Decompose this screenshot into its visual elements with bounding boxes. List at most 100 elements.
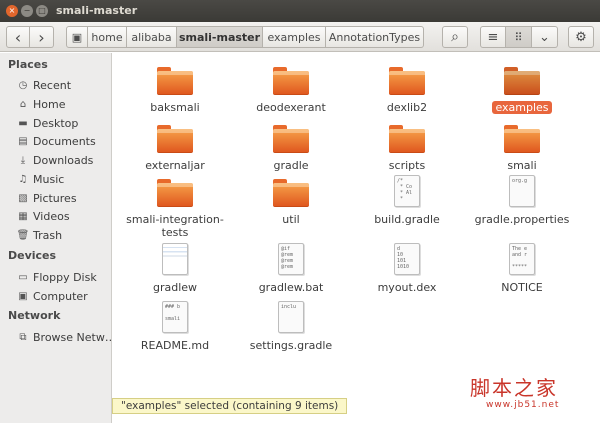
file-name: gradlew [152,281,198,294]
text-file-icon: The e and r ***** [509,243,535,275]
search-icon: ⌕ [451,29,459,45]
folder-icon [504,125,540,153]
sidebar-item-downloads[interactable]: ⤓ Downloads [16,152,94,168]
list-view-icon: ≡ [487,29,499,45]
location-toggle-button[interactable]: ▣ [66,26,88,48]
file-name: externaljar [145,159,205,172]
title-bar: × − □ smali-master [0,0,600,22]
sidebar-item-label: Browse Netw… [33,330,116,344]
file-item-dexlib2[interactable]: dexlib2 [352,67,462,114]
file-item-notice[interactable]: The e and r ***** NOTICE [467,243,577,294]
sidebar-item-label: Pictures [33,191,77,205]
file-item-util[interactable]: util [236,179,346,226]
breadcrumb-home[interactable]: home [88,26,127,48]
sidebar-item-label: Computer [33,289,88,303]
file-item-smali[interactable]: smali [467,125,577,172]
file-name: scripts [388,159,426,172]
file-name: gradle [273,159,309,172]
sidebar-item-documents[interactable]: ▤ Documents [16,133,96,149]
file-name: build.gradle [374,213,440,226]
status-bar: "examples" selected (containing 9 items) [112,398,348,414]
home-icon: ⌂ [19,98,27,110]
pictures-icon: ▧ [18,192,28,204]
folder-icon [157,179,193,207]
sidebar-item-label: Documents [33,134,96,148]
gear-icon: ⚙ [575,29,587,45]
file-item-myout-dex[interactable]: d 10 101 1010 myout.dex [352,243,462,294]
sidebar-item-recent[interactable]: ◷ Recent [16,77,71,93]
file-item-gradle[interactable]: gradle [236,125,346,172]
sidebar-item-home[interactable]: ⌂ Home [16,96,66,112]
search-button[interactable]: ⌕ [442,26,468,48]
settings-button[interactable]: ⚙ [568,26,594,48]
file-name: baksmali [150,101,200,114]
sidebar-item-label: Music [33,172,65,186]
sidebar-section-network: Network [8,309,61,322]
location-icon: ▣ [71,30,83,44]
watermark: 脚本之家 [470,376,558,400]
grid-view-icon: ⠿ [514,30,523,44]
folder-icon [504,67,540,95]
chevron-down-icon: ⌄ [539,29,550,45]
binary-file-icon: d 10 101 1010 [394,243,420,275]
folder-icon [273,125,309,153]
file-name: gradlew.bat [258,281,324,294]
sidebar-item-music[interactable]: ♫ Music [16,171,65,187]
sidebar-item-pictures[interactable]: ▧ Pictures [16,190,77,206]
sidebar-item-desktop[interactable]: ▬ Desktop [16,115,78,131]
file-item-baksmali[interactable]: baksmali [120,67,230,114]
trash-icon: 🗑 [16,229,30,241]
floppy-icon: ▭ [18,271,28,283]
sidebar-item-trash[interactable]: 🗑 Trash [16,227,62,243]
chevron-right-icon: › [38,27,45,47]
folder-icon [389,67,425,95]
file-item-gradlew-bat[interactable]: @if @rem @rem @rem gradlew.bat [236,243,346,294]
file-item-examples[interactable]: examples [467,67,577,114]
minimize-window-button[interactable]: − [21,5,33,17]
maximize-window-button[interactable]: □ [36,5,48,17]
desktop-icon: ▬ [18,117,28,129]
file-item-readme-md[interactable]: ### b smali README.md [120,301,230,352]
file-item-smali-integration-tests[interactable]: smali-integration-tests [120,179,230,239]
sidebar-item-label: Desktop [33,116,79,130]
breadcrumb-examples[interactable]: examples [263,26,326,48]
text-file-icon: inclu [278,301,304,333]
sidebar-item-label: Recent [33,78,72,92]
sidebar-item-browse-network[interactable]: ⧉ Browse Netw… [16,329,116,345]
sidebar-section-devices: Devices [8,249,57,262]
file-item-gradlew[interactable]: gradlew [120,243,230,294]
file-item-settings-gradle[interactable]: inclu settings.gradle [236,301,346,352]
back-button[interactable]: ‹ [6,26,30,48]
file-item-gradle-properties[interactable]: org.g gradle.properties [467,175,577,226]
breadcrumb-annotationtypes[interactable]: AnnotationTypes [326,26,424,48]
sidebar-item-computer[interactable]: ▣ Computer [16,288,88,304]
sidebar-item-label: Floppy Disk [33,270,97,284]
folder-icon [273,67,309,95]
text-file-icon: @if @rem @rem @rem [278,243,304,275]
file-item-deodexerant[interactable]: deodexerant [236,67,346,114]
chevron-left-icon: ‹ [14,27,22,47]
view-options-button[interactable]: ⌄ [532,26,558,48]
close-window-button[interactable]: × [6,5,18,17]
folder-icon [389,125,425,153]
file-item-externaljar[interactable]: externaljar [120,125,230,172]
forward-button[interactable]: › [30,26,54,48]
file-name: NOTICE [501,281,543,294]
sidebar-item-floppy-disk[interactable]: ▭ Floppy Disk [16,269,97,285]
file-name: settings.gradle [249,339,333,352]
file-item-build-gradle[interactable]: /* * Co * Al * build.gradle [352,175,462,226]
sidebar-item-videos[interactable]: ▦ Videos [16,208,69,224]
window-title: smali-master [56,4,138,17]
text-file-icon: /* * Co * Al * [394,175,420,207]
file-grid: baksmali deodexerant dexlib2 examples ex… [112,53,600,423]
folder-icon [273,179,309,207]
file-name: util [282,213,300,226]
breadcrumb-smali-master[interactable]: smali-master [177,26,263,48]
file-name: smali [507,159,537,172]
list-view-button[interactable]: ≡ [480,26,506,48]
file-name: README.md [140,339,210,352]
breadcrumb-alibaba[interactable]: alibaba [127,26,177,48]
grid-view-button[interactable]: ⠿ [506,26,532,48]
watermark-url: www.jb51.net [486,400,560,410]
file-item-scripts[interactable]: scripts [352,125,462,172]
